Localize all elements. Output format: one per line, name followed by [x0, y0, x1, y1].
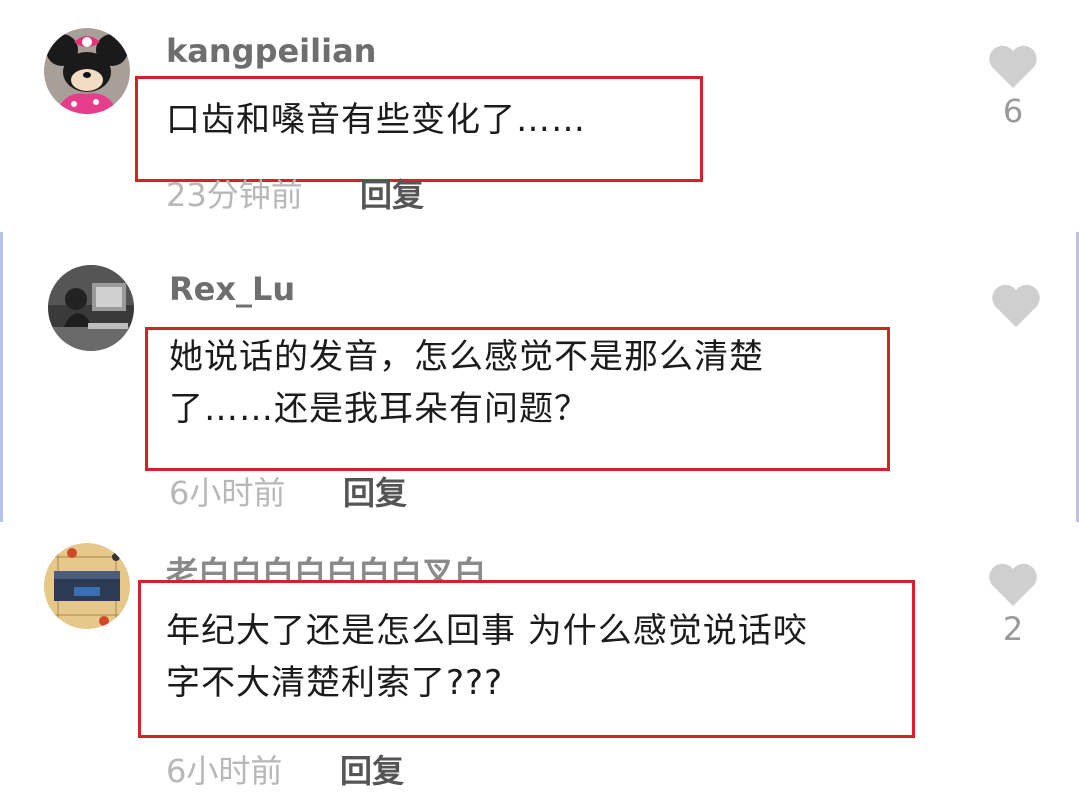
game-avatar-icon — [44, 543, 130, 629]
comment-text: 她说话的发音，怎么感觉不是那么清楚 了……还是我耳朵有问题？ — [169, 337, 764, 429]
reply-button[interactable]: 回复 — [360, 170, 424, 216]
reply-button[interactable]: 回复 — [343, 468, 407, 514]
photo-avatar-icon — [48, 265, 134, 351]
like-button[interactable]: 2 — [983, 562, 1043, 648]
heart-icon — [992, 284, 1040, 327]
like-button[interactable]: 6 — [983, 44, 1043, 130]
comment-text: 口齿和嗓音有些变化了…… — [166, 100, 586, 140]
comment-item: Rex_Lu 她说话的发音，怎么感觉不是那么清楚 了……还是我耳朵有问题？ 6小… — [0, 232, 1079, 522]
like-count: 6 — [1002, 92, 1024, 130]
comment-time: 6小时前 — [166, 752, 283, 790]
like-button[interactable] — [986, 283, 1046, 331]
comment-item: kangpeilian 口齿和嗓音有些变化了…… 23分钟前 回复 6 — [0, 0, 1079, 232]
comment-item: 老白白白白白白白叉白 年纪大了还是怎么回事 为什么感觉说话咬 字不大清楚利索了?… — [0, 522, 1079, 812]
heart-icon — [989, 45, 1037, 88]
minnie-avatar-icon — [44, 28, 130, 114]
user-avatar[interactable] — [44, 543, 130, 629]
username[interactable]: Rex_Lu — [169, 270, 295, 308]
reply-button[interactable]: 回复 — [340, 746, 404, 792]
like-count: 2 — [1002, 610, 1024, 648]
comment-time: 6小时前 — [169, 474, 286, 512]
user-avatar[interactable] — [48, 265, 134, 351]
heart-icon — [989, 563, 1037, 606]
username[interactable]: kangpeilian — [166, 32, 376, 70]
user-avatar[interactable] — [44, 28, 130, 114]
comment-text: 年纪大了还是怎么回事 为什么感觉说话咬 字不大清楚利索了??? — [166, 611, 808, 703]
comment-time: 23分钟前 — [166, 176, 303, 214]
